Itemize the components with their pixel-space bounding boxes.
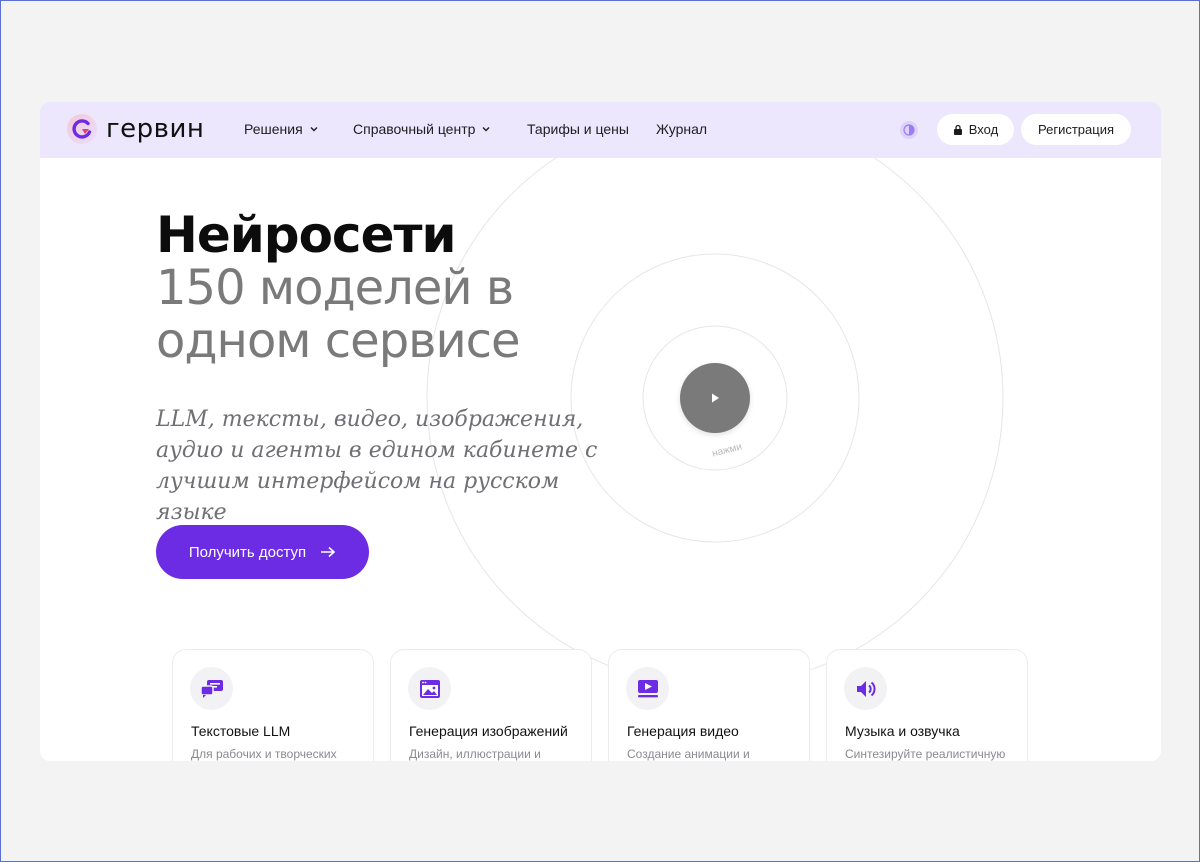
- nav-item-journal[interactable]: Журнал: [656, 121, 707, 137]
- nav-item-label: Журнал: [656, 121, 708, 137]
- card-title: Генерация видео: [627, 723, 739, 739]
- top-navbar: гервин Решения Справочный центр Тарифы и…: [40, 102, 1161, 158]
- nav-item-help-center[interactable]: Справочный центр: [353, 121, 491, 137]
- chevron-down-icon: [310, 127, 318, 132]
- hero-title-line2: 150 моделей в одном сервисе: [156, 260, 521, 369]
- login-button[interactable]: Вход: [937, 114, 1014, 145]
- speaker-icon: [844, 667, 887, 710]
- card-title: Текстовые LLM: [191, 723, 291, 739]
- card-desc: Для рабочих и творческих: [191, 747, 337, 761]
- register-label: Регистрация: [1038, 122, 1114, 137]
- nav-item-label: Тарифы и цены: [527, 121, 629, 137]
- chat-bubbles-icon: [190, 667, 233, 710]
- card-title: Генерация изображений: [409, 723, 568, 739]
- arrow-right-icon: [321, 546, 336, 558]
- theme-toggle-button[interactable]: [900, 121, 918, 139]
- nav-item-label: Справочный центр: [353, 121, 476, 137]
- register-button[interactable]: Регистрация: [1021, 114, 1131, 145]
- feature-card-text-llm[interactable]: Текстовые LLM Для рабочих и творческих: [172, 649, 374, 761]
- video-screen-icon: [626, 667, 669, 710]
- nav-item-label: Решения: [244, 121, 303, 137]
- cta-label: Получить доступ: [188, 543, 307, 561]
- hero-title: Нейросети 150 моделей в одном сервисе: [156, 209, 616, 368]
- feature-card-music-voice[interactable]: Музыка и озвучка Синтезируйте реалистичн…: [826, 649, 1028, 761]
- page-frame: гервин Решения Справочный центр Тарифы и…: [40, 102, 1161, 761]
- nav-item-solutions[interactable]: Решения: [244, 121, 319, 137]
- get-access-button[interactable]: Получить доступ: [156, 525, 369, 579]
- card-desc: Создание анимации и: [627, 747, 750, 761]
- logo-mark-icon: [67, 114, 97, 144]
- image-window-icon: [408, 667, 451, 710]
- hero-subtitle: LLM, тексты, видео, изображения, аудио и…: [156, 407, 598, 525]
- brand-logo[interactable]: гервин: [67, 114, 204, 144]
- chevron-down-icon: [482, 127, 490, 132]
- lock-icon: [953, 124, 962, 135]
- nav-item-pricing[interactable]: Тарифы и цены: [527, 121, 629, 137]
- play-icon: [712, 393, 719, 403]
- play-button[interactable]: [680, 363, 750, 433]
- login-label: Вход: [968, 122, 999, 137]
- play-hint: нажми: [711, 441, 744, 460]
- brand-name: гервин: [106, 114, 205, 144]
- card-desc: Синтезируйте реалистичную: [845, 747, 1006, 761]
- hero-title-line1: Нейросети: [156, 206, 457, 264]
- feature-card-image-generation[interactable]: Генерация изображений Дизайн, иллюстраци…: [390, 649, 592, 761]
- contrast-icon: [903, 124, 915, 136]
- feature-card-video-generation[interactable]: Генерация видео Создание анимации и: [608, 649, 810, 761]
- card-title: Музыка и озвучка: [845, 723, 960, 739]
- card-desc: Дизайн, иллюстрации и: [409, 747, 541, 761]
